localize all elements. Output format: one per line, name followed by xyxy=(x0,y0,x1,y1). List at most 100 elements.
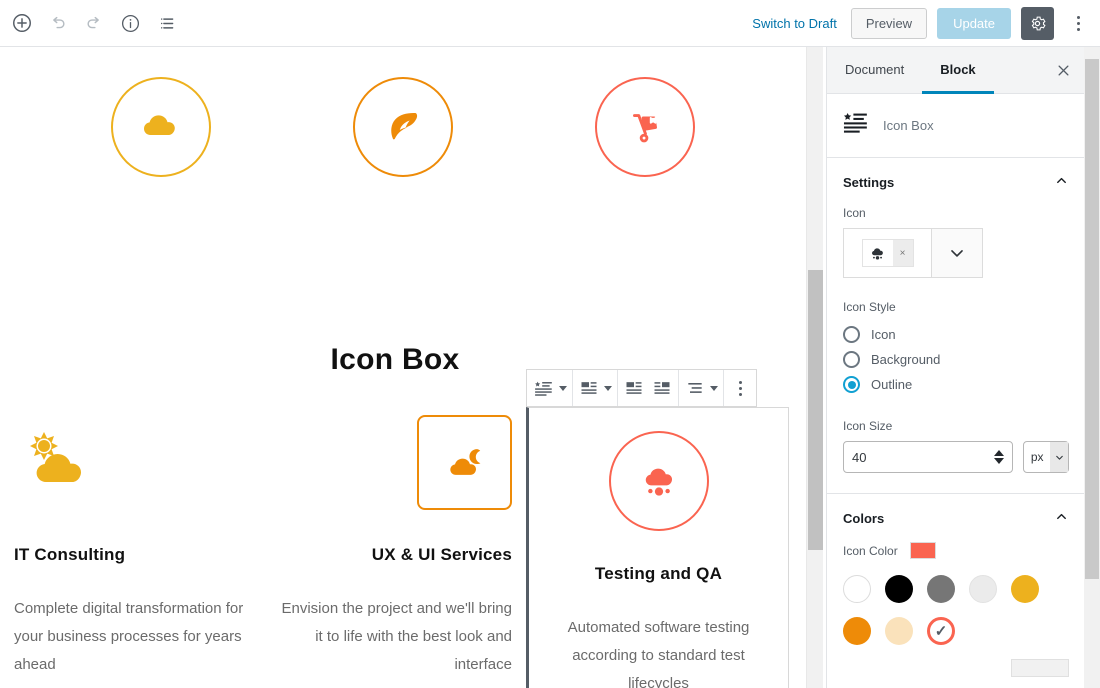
radio-label: Background xyxy=(871,352,941,367)
align-icon-left[interactable] xyxy=(620,370,648,406)
list-view-icon[interactable] xyxy=(148,5,184,41)
update-button[interactable]: Update xyxy=(937,7,1011,39)
tab-block[interactable]: Block xyxy=(922,47,994,94)
settings-panel-title: Settings xyxy=(843,174,895,190)
hand-truck-icon[interactable] xyxy=(595,77,695,177)
toolbar-group-more xyxy=(724,370,756,406)
sidebar-scrollbar-thumb[interactable] xyxy=(1085,59,1099,579)
toolbar-group-align xyxy=(618,370,679,406)
icon-chip: × xyxy=(861,239,914,267)
tab-document[interactable]: Document xyxy=(827,47,922,94)
more-options-icon[interactable] xyxy=(1064,7,1092,40)
radio-label: Icon xyxy=(871,327,896,342)
radio-button-selected[interactable] xyxy=(843,376,860,393)
add-block-icon[interactable] xyxy=(4,5,40,41)
colors-panel-header[interactable]: Colors xyxy=(827,494,1085,542)
preview-button[interactable]: Preview xyxy=(850,7,928,39)
card-title: IT Consulting xyxy=(14,545,126,564)
radio-icon-style-outline[interactable]: Outline xyxy=(843,372,1069,397)
top-bar-left-tools xyxy=(0,5,184,41)
icon-style-label: Icon Style xyxy=(843,300,896,314)
editor-canvas: Icon Box IT Consulting Complete digital xyxy=(0,47,806,688)
icon-box-icon xyxy=(843,110,869,141)
canvas-scrollbar[interactable] xyxy=(806,47,823,688)
stepper-down-icon[interactable] xyxy=(994,458,1005,464)
info-icon[interactable] xyxy=(112,5,148,41)
card-body: Envision the project and we'll bring it … xyxy=(281,600,513,673)
chevron-down-icon[interactable] xyxy=(1050,442,1068,472)
card-body: Automated software testing according to … xyxy=(567,619,750,688)
icon-size-input[interactable]: 40 xyxy=(843,441,1014,473)
color-swatch-light-gray[interactable] xyxy=(969,575,997,603)
color-swatch-black[interactable] xyxy=(885,575,913,603)
icon-color-current-swatch[interactable] xyxy=(909,542,936,559)
cloud-hail-icon[interactable] xyxy=(608,431,709,531)
chevron-up-icon[interactable] xyxy=(1054,509,1069,527)
gear-icon[interactable] xyxy=(1021,6,1054,40)
block-more-options-icon[interactable] xyxy=(726,370,754,406)
color-swatch-grid: ✓ xyxy=(843,575,1069,645)
close-icon[interactable] xyxy=(1041,47,1085,93)
card-title: Testing and QA xyxy=(594,564,723,583)
cloud-icon[interactable] xyxy=(111,77,211,177)
card-icon-wrap xyxy=(277,407,512,517)
icon-row-top xyxy=(0,77,806,177)
color-swatch-white[interactable] xyxy=(843,575,871,603)
layout-icon[interactable] xyxy=(575,370,603,406)
color-swatch-orange[interactable] xyxy=(843,617,871,645)
card-title: UX & UI Services xyxy=(371,545,512,564)
sun-cloud-icon[interactable] xyxy=(14,418,98,507)
stepper-up-icon[interactable] xyxy=(994,450,1005,456)
sidebar-block-name: Icon Box xyxy=(883,118,934,133)
toolbar-group-block-type xyxy=(527,370,573,406)
radio-icon-style-icon[interactable]: Icon xyxy=(843,322,1069,347)
sidebar-block-card: Icon Box xyxy=(827,94,1085,158)
icon-color-label: Icon Color xyxy=(843,543,898,558)
radio-button[interactable] xyxy=(843,351,860,368)
icon-size-label: Icon Size xyxy=(843,419,893,433)
settings-panel-header[interactable]: Settings xyxy=(827,158,1085,206)
icon-box-card-3-selected[interactable]: Testing and QA Automated software testin… xyxy=(526,369,789,688)
custom-color-button[interactable] xyxy=(1011,659,1069,677)
leaf-icon[interactable] xyxy=(353,77,453,177)
undo-icon[interactable] xyxy=(40,5,76,41)
sidebar-scrollbar[interactable] xyxy=(1084,47,1100,688)
chevron-down-icon[interactable] xyxy=(931,228,983,278)
icon-size-row: 40 px xyxy=(843,441,1069,473)
icon-box-card-2[interactable]: UX & UI Services Envision the project an… xyxy=(263,407,526,679)
chevron-up-icon[interactable] xyxy=(1054,173,1069,191)
settings-panel-body: Icon × Icon Style Icon Background Outlin… xyxy=(827,206,1085,493)
moon-cloud-icon[interactable] xyxy=(417,414,512,510)
color-swatch-cream[interactable] xyxy=(885,617,913,645)
colors-panel-body: Icon Color ✓ xyxy=(827,542,1085,688)
cloud-hail-icon xyxy=(862,243,893,263)
radio-icon-style-background[interactable]: Background xyxy=(843,347,1069,372)
chevron-down-icon[interactable] xyxy=(604,385,612,391)
colors-panel-title: Colors xyxy=(843,510,885,526)
block-settings-sidebar: Document Block Icon Box Settings Icon × … xyxy=(826,47,1100,688)
vertical-dots xyxy=(738,380,742,396)
canvas-scrollbar-thumb[interactable] xyxy=(808,270,823,550)
align-icon-right[interactable] xyxy=(648,370,676,406)
remove-icon-button[interactable]: × xyxy=(892,240,913,266)
check-icon: ✓ xyxy=(934,623,948,640)
icon-size-unit-select[interactable]: px xyxy=(1023,441,1069,473)
redo-icon[interactable] xyxy=(76,5,112,41)
icon-box-cards-row: IT Consulting Complete digital transform… xyxy=(0,369,790,688)
block-type-icon[interactable] xyxy=(529,370,558,406)
chevron-down-icon[interactable] xyxy=(559,385,567,391)
icon-picker-preview[interactable]: × xyxy=(843,228,931,278)
switch-to-draft-link[interactable]: Switch to Draft xyxy=(748,16,841,31)
color-swatch-gray[interactable] xyxy=(927,575,955,603)
icon-picker[interactable]: × xyxy=(843,228,983,278)
color-swatch-amber[interactable] xyxy=(1011,575,1039,603)
icon-box-card-1[interactable]: IT Consulting Complete digital transform… xyxy=(0,407,263,679)
chevron-down-icon[interactable] xyxy=(710,385,718,391)
text-align-icon[interactable] xyxy=(681,370,709,406)
radio-label: Outline xyxy=(871,377,913,392)
color-swatch-salmon-selected[interactable]: ✓ xyxy=(927,617,955,645)
icon-size-value: 40 xyxy=(852,449,867,465)
toolbar-group-text-align xyxy=(679,370,724,406)
radio-button[interactable] xyxy=(843,326,860,343)
icon-size-stepper[interactable] xyxy=(994,450,1005,464)
